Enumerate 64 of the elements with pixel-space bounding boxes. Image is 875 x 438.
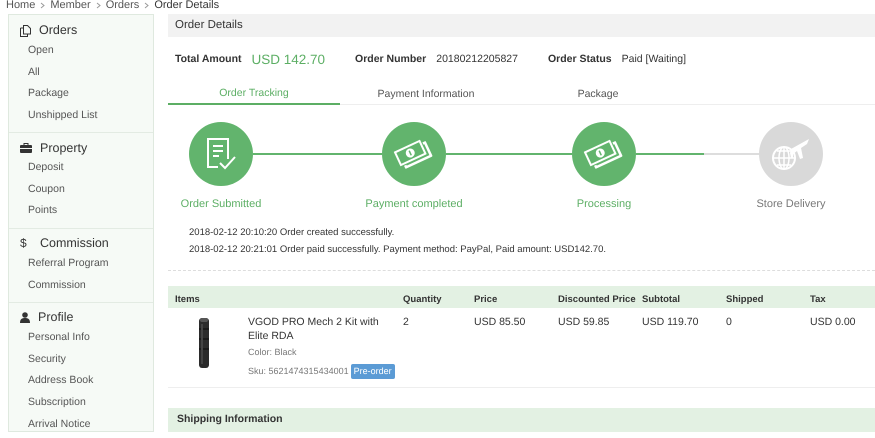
tab[interactable]: Package	[512, 85, 684, 105]
sidebar-link[interactable]: Package	[28, 86, 69, 102]
field-value: Paid [Waiting]	[622, 52, 686, 68]
copy-icon	[20, 24, 31, 36]
field-label: Order Number	[355, 52, 426, 68]
table-cell: 2	[403, 316, 409, 328]
sidebar-link[interactable]: Address Book	[28, 373, 94, 390]
dollar-icon: $	[20, 237, 32, 250]
section-heading: Property	[40, 140, 88, 157]
section-title: Shipping Information	[177, 412, 283, 428]
user-icon	[20, 312, 30, 324]
column-header: Quantity	[403, 294, 442, 305]
product-name: VGOD PRO Mech 2 Kit with Elite RDA	[248, 315, 380, 343]
chevron-icon	[40, 2, 46, 9]
sidebar-link[interactable]: All	[28, 64, 40, 80]
product-sku: Sku: 5621474315434001	[248, 364, 349, 378]
document-check-icon	[206, 137, 236, 171]
field-value: 20180212205827	[436, 52, 518, 68]
breadcrumb-link[interactable]: Member	[50, 0, 91, 12]
sidebar-link[interactable]: Referral Program	[28, 256, 109, 272]
sidebar-link[interactable]: Security	[28, 352, 66, 368]
column-header: Price	[474, 294, 498, 305]
sidebar-link[interactable]: Coupon	[28, 182, 65, 198]
sidebar-link[interactable]: Arrival Notice	[28, 416, 90, 432]
table-cell: USD 119.70	[642, 316, 698, 328]
step-label: Payment completed	[365, 197, 463, 212]
breadcrumb-link[interactable]: Orders	[106, 0, 140, 12]
column-header: Tax	[810, 294, 826, 305]
sidebar-link[interactable]: Subscription	[28, 395, 86, 411]
step-label: Store Delivery	[756, 197, 826, 212]
step-label: Processing	[576, 197, 632, 212]
field-value: USD 142.70	[252, 50, 326, 69]
sidebar-link[interactable]: Personal Info	[28, 330, 90, 346]
sidebar-link[interactable]: Unshipped List	[28, 108, 98, 124]
breadcrumb-link[interactable]: Order Details	[154, 0, 220, 12]
sidebar-link[interactable]: Deposit	[28, 160, 64, 176]
field-label: Order Status	[548, 52, 612, 68]
briefcase-icon	[20, 142, 32, 153]
column-header: Items	[175, 294, 200, 305]
sidebar-link[interactable]: Points	[28, 203, 58, 220]
field-label: Total Amount	[175, 52, 242, 68]
preorder-badge: Pre-order	[350, 364, 395, 379]
chevron-icon	[96, 2, 101, 9]
section-heading: Profile	[38, 309, 74, 326]
tab[interactable]: Payment Information	[340, 85, 512, 105]
section-heading: Commission	[40, 235, 109, 252]
breadcrumb-link[interactable]: Home	[6, 0, 36, 12]
table-cell: 0	[726, 316, 732, 328]
column-header: Shipped	[726, 294, 764, 305]
log-entry: 2018-02-12 20:10:20 Order created successfully.	[189, 226, 396, 240]
table-cell: USD 0.00	[810, 316, 856, 328]
table-cell: USD 59.85	[558, 316, 610, 328]
sidebar-link[interactable]: Commission	[28, 278, 86, 294]
table-cell: USD 85.50	[474, 316, 526, 328]
globe-plane-icon	[771, 137, 811, 171]
section-heading: Orders	[39, 22, 78, 40]
log-entry: 2018-02-12 20:21:01 Order paid successfully. Payment method: PayPal, Paid amount: USD142.70.	[189, 242, 608, 257]
step-label: Order Submitted	[180, 197, 262, 212]
column-header: Subtotal	[642, 294, 680, 305]
product-variant: Color: Black	[248, 346, 298, 359]
chevron-icon	[144, 2, 150, 9]
panel-title: Order Details	[175, 18, 243, 33]
column-header: Discounted Price	[558, 294, 636, 305]
sidebar-link[interactable]: Open	[28, 42, 54, 59]
